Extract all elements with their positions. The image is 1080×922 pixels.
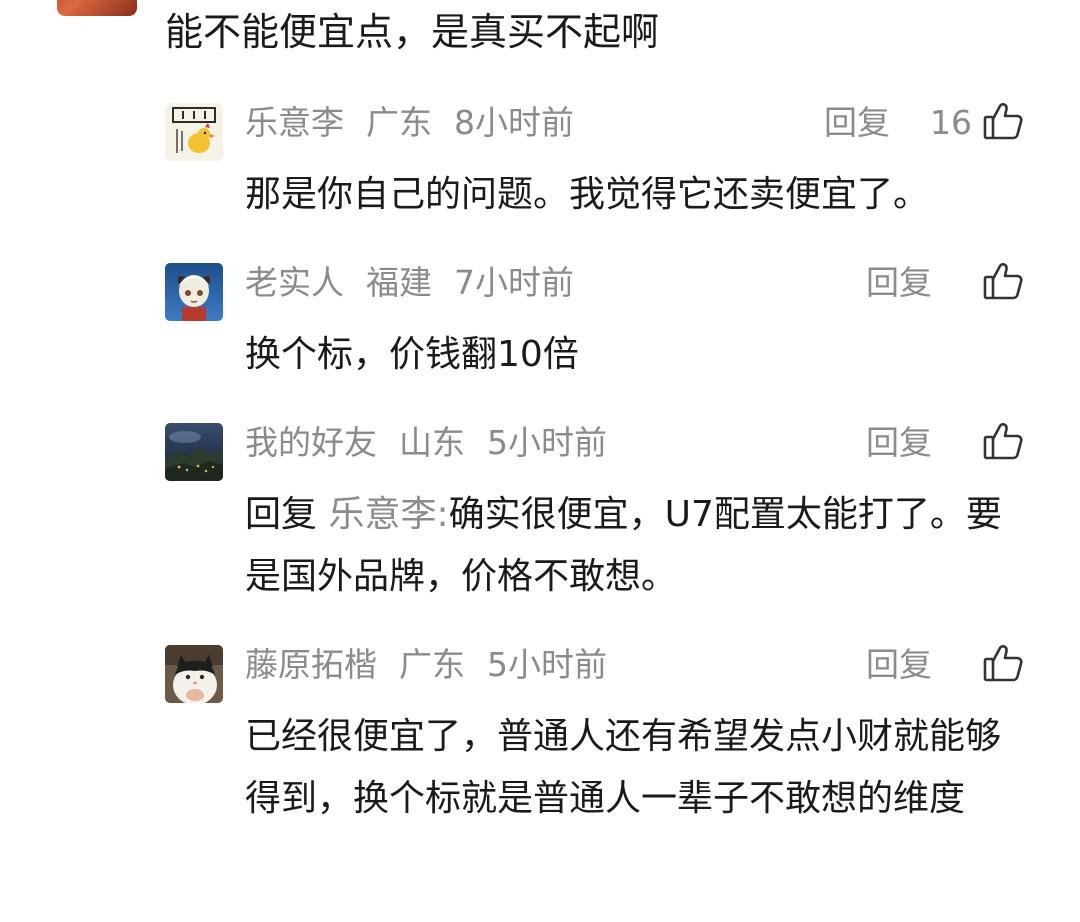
thumbs-up-outline-icon[interactable] — [982, 642, 1024, 684]
reply-button[interactable]: 回复 — [824, 98, 890, 148]
location: 广东 — [399, 645, 465, 684]
location: 山东 — [399, 423, 465, 462]
parent-comment-avatar[interactable] — [57, 0, 137, 16]
reply-text: 回复 乐意李:确实很便宜，U7配置太能打了。要是国外品牌，价格不敢想。 — [245, 484, 1025, 608]
username[interactable]: 我的好友 — [245, 423, 377, 462]
username[interactable]: 乐意李 — [245, 103, 344, 142]
avatar[interactable] — [165, 423, 223, 481]
reply-button[interactable]: 回复 — [866, 418, 932, 468]
mention-link[interactable]: 乐意李: — [328, 494, 448, 535]
like-count: 16 — [930, 103, 972, 142]
avatar[interactable] — [165, 263, 223, 321]
username[interactable]: 藤原拓楷 — [245, 645, 377, 684]
reply-meta: 我的好友 山东 5小时前 — [245, 418, 607, 468]
reply-meta: 老实人 福建 7小时前 — [245, 258, 574, 308]
reply-button[interactable]: 回复 — [866, 258, 932, 308]
username[interactable]: 老实人 — [245, 263, 344, 302]
timestamp: 5小时前 — [487, 645, 607, 684]
thumbs-up-outline-icon[interactable] — [982, 420, 1024, 462]
avatar[interactable] — [165, 103, 223, 161]
parent-comment-text: 能不能便宜点，是真买不起啊 — [165, 10, 660, 54]
thumbs-up-outline-icon[interactable] — [982, 100, 1024, 142]
thumbs-up-outline-icon[interactable] — [982, 260, 1024, 302]
reply-text: 已经很便宜了，普通人还有希望发点小财就能够得到，换个标就是普通人一辈子不敢想的维… — [245, 716, 1002, 819]
reply-text: 那是你自己的问题。我觉得它还卖便宜了。 — [245, 174, 930, 215]
reply-prefix: 回复 — [245, 494, 318, 535]
reply-meta: 藤原拓楷 广东 5小时前 — [245, 640, 607, 690]
timestamp: 5小时前 — [487, 423, 607, 462]
reply-text: 换个标，价钱翻10倍 — [245, 334, 579, 375]
avatar[interactable] — [165, 645, 223, 703]
location: 广东 — [366, 103, 432, 142]
reply-meta: 乐意李 广东 8小时前 — [245, 98, 574, 148]
location: 福建 — [366, 263, 432, 302]
timestamp: 7小时前 — [454, 263, 574, 302]
timestamp: 8小时前 — [454, 103, 574, 142]
reply-button[interactable]: 回复 — [866, 640, 932, 690]
